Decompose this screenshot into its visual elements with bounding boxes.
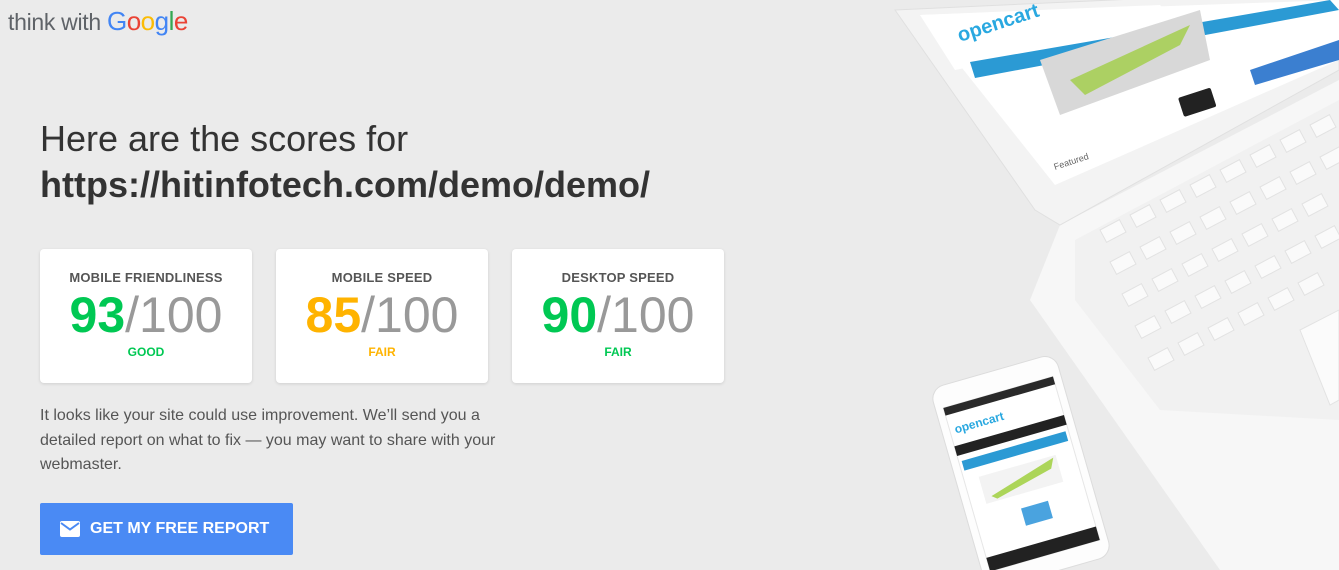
get-free-report-label: GET MY FREE REPORT — [90, 520, 270, 537]
score-number: 90 — [541, 287, 598, 343]
get-free-report-button[interactable]: GET MY FREE REPORT — [40, 503, 293, 555]
score-card-desktop-speed: DESKTOP SPEED 90/100 FAIR — [512, 249, 724, 383]
score-value: 85/100 — [276, 288, 488, 342]
improvement-description: It looks like your site could use improv… — [40, 407, 496, 473]
score-value: 93/100 — [40, 288, 252, 342]
score-denominator: /100 — [597, 287, 695, 343]
score-card-label: MOBILE FRIENDLINESS — [69, 270, 223, 285]
score-card-label: DESKTOP SPEED — [561, 270, 675, 285]
score-denominator: /100 — [125, 287, 223, 343]
score-number: 85 — [305, 287, 362, 343]
tested-url: https://hitinfotech.com/demo/demo/ — [40, 164, 650, 205]
score-denominator: /100 — [361, 287, 459, 343]
score-card-label: MOBILE SPEED — [331, 270, 433, 285]
score-rating: FAIR — [368, 345, 396, 359]
page-headline: Here are the scores for — [40, 118, 409, 159]
score-number: 93 — [69, 287, 126, 343]
score-card-mobile-speed: MOBILE SPEED 85/100 FAIR — [276, 249, 488, 383]
devices-illustration: opencart Featured opencart — [894, 0, 1339, 570]
score-rating: FAIR — [604, 345, 632, 359]
score-rating: GOOD — [127, 345, 165, 359]
logo-prefix: think with — [8, 9, 107, 35]
mail-icon — [60, 521, 80, 537]
score-value: 90/100 — [512, 288, 724, 342]
score-card-mobile-friendliness: MOBILE FRIENDLINESS 93/100 GOOD — [40, 249, 252, 383]
google-wordmark: Google — [106, 6, 188, 36]
think-with-google-logo[interactable]: think with Google — [8, 6, 188, 37]
phone-illustration: opencart — [932, 356, 1110, 570]
